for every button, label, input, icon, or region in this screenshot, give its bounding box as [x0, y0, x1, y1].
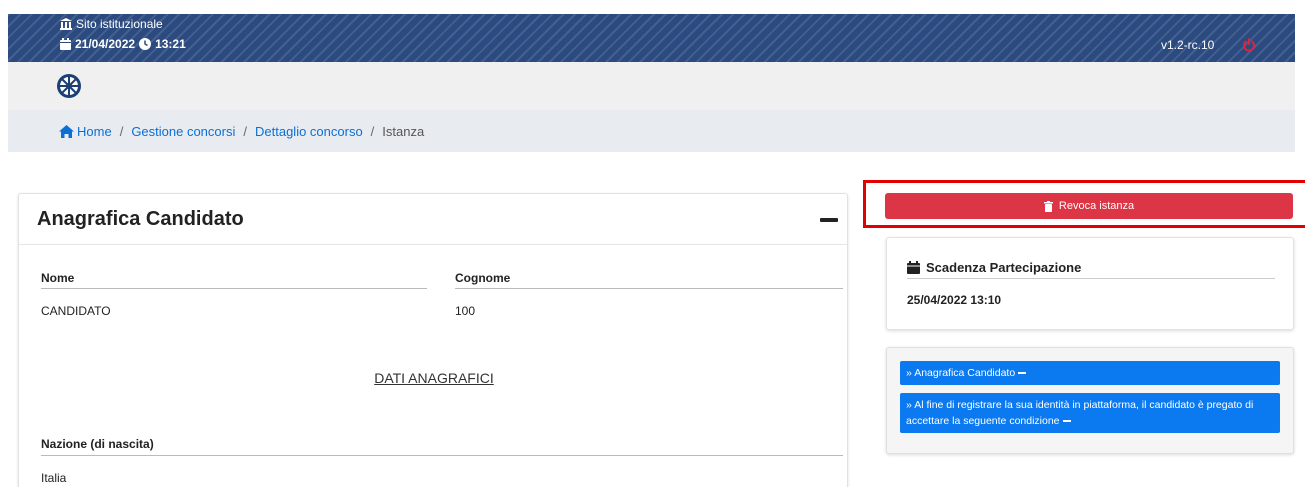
- breadcrumb-separator: /: [243, 123, 247, 139]
- nome-label: Nome: [41, 271, 75, 285]
- site-label: Sito istituzionale: [76, 17, 163, 31]
- section-links-card: » Anagrafica Candidato » Al fine di regi…: [886, 347, 1294, 454]
- breadcrumb-dettaglio-concorso[interactable]: Dettaglio concorso: [255, 124, 363, 139]
- breadcrumb-current: Istanza: [382, 123, 425, 139]
- breadcrumb: Home / Gestione concorsi / Dettaglio con…: [8, 110, 1295, 152]
- trash-icon: [1043, 200, 1053, 212]
- cognome-label: Cognome: [455, 271, 511, 285]
- link-accept-condition[interactable]: » Al fine di registrare la sua identità …: [900, 393, 1280, 433]
- current-datetime: 21/04/2022 13:21: [60, 37, 186, 51]
- power-icon[interactable]: [1242, 38, 1256, 52]
- nome-value: CANDIDATO: [41, 304, 111, 318]
- app-version: v1.2-rc.10: [1161, 38, 1215, 52]
- minus-icon: [1062, 420, 1071, 423]
- cognome-value: 100: [455, 304, 476, 318]
- collapse-button[interactable]: [820, 218, 838, 222]
- breadcrumb-separator: /: [370, 123, 375, 139]
- calendar-icon: [60, 38, 71, 50]
- institution-icon: [60, 18, 72, 30]
- top-bar: Sito istituzionale 21/04/2022 13:21 v1.2…: [8, 14, 1295, 62]
- link-label: Anagrafica Candidato: [914, 367, 1016, 379]
- deadline-value: 25/04/2022 13:10: [907, 293, 1002, 307]
- logo-band: [8, 62, 1295, 110]
- calendar-icon: [907, 261, 920, 274]
- card-title: Anagrafica Candidato: [37, 208, 244, 230]
- home-icon[interactable]: [59, 124, 74, 138]
- double-chevron-icon: »: [906, 399, 912, 411]
- institutional-site-link[interactable]: Sito istituzionale: [60, 17, 163, 31]
- logo-icon[interactable]: [56, 73, 82, 99]
- deadline-card: Scadenza Partecipazione 25/04/2022 13:10: [886, 237, 1294, 330]
- deadline-title-text: Scadenza Partecipazione: [926, 260, 1082, 275]
- breadcrumb-home[interactable]: Home: [77, 124, 112, 139]
- deadline-title: Scadenza Partecipazione: [907, 260, 1081, 275]
- current-date: 21/04/2022: [75, 37, 136, 51]
- divider: [455, 288, 843, 289]
- double-chevron-icon: »: [906, 367, 912, 379]
- revoke-button[interactable]: Revoca istanza: [885, 193, 1293, 219]
- section-heading: DATI ANAGRAFICI: [374, 370, 494, 386]
- breadcrumb-gestione-concorsi[interactable]: Gestione concorsi: [131, 124, 235, 139]
- divider: [41, 455, 843, 456]
- breadcrumb-separator: /: [119, 123, 124, 139]
- current-time: 13:21: [155, 37, 186, 51]
- clock-icon: [139, 38, 152, 50]
- divider: [41, 288, 427, 289]
- divider: [907, 278, 1275, 279]
- link-label: Al fine di registrare la sua identità in…: [906, 399, 1254, 427]
- revoke-label: Revoca istanza: [1058, 200, 1135, 212]
- nazione-label: Nazione (di nascita): [41, 437, 154, 451]
- link-anagrafica-candidato[interactable]: » Anagrafica Candidato: [900, 361, 1280, 385]
- nazione-value: Italia: [41, 471, 67, 485]
- candidate-card: Anagrafica Candidato Nome CANDIDATO Cogn…: [18, 193, 848, 487]
- card-header: Anagrafica Candidato: [19, 194, 847, 245]
- minus-icon: [1018, 372, 1027, 375]
